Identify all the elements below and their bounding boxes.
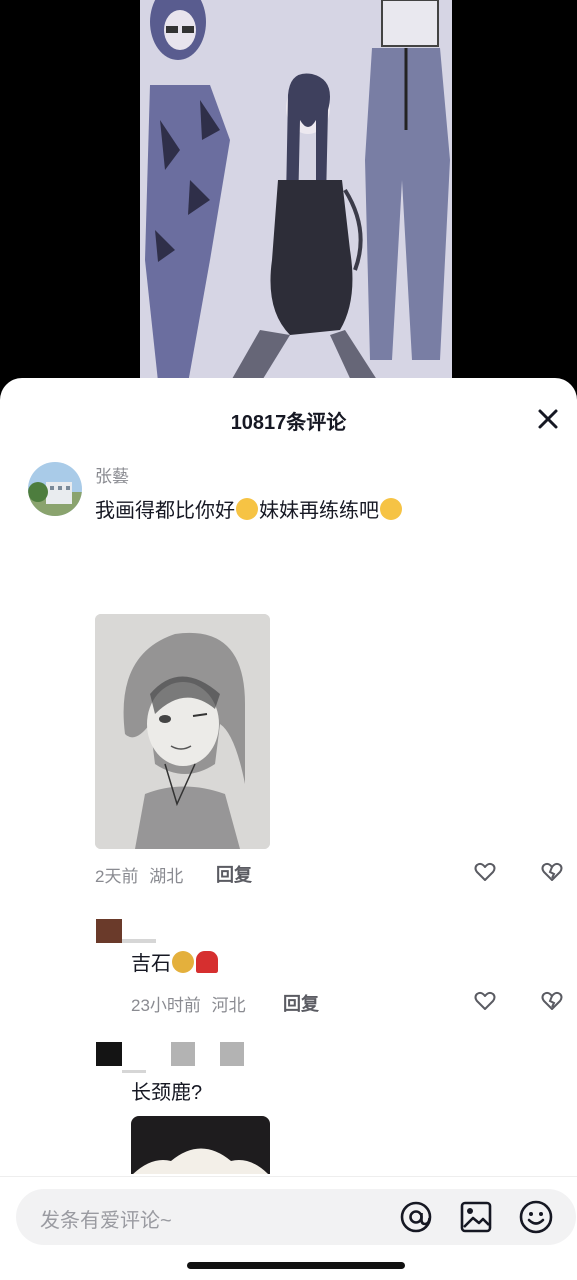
comment-text-part: 妹妹再练练吧 [259, 500, 379, 522]
comment-count-title: 10817条评论 [230, 412, 347, 434]
reply-text-part: 吉石 [131, 953, 171, 975]
comment-sheet-header: 10817条评论 [0, 378, 577, 462]
heart-icon[interactable] [473, 860, 497, 884]
comment-input-placeholder: 发条有爱评论~ [40, 1210, 172, 1232]
comment-input-bar: 发条有爱评论~ [0, 1176, 577, 1256]
reply-location: 河北 [211, 996, 246, 1015]
comment-time: 2天前 [95, 867, 139, 886]
dislike-heart-icon[interactable] [540, 860, 564, 884]
reply-time: 23小时前 [131, 996, 201, 1015]
helmet-face-emoji-icon [172, 951, 194, 973]
comment-image-sketch[interactable] [95, 614, 270, 849]
reply-meta: 23小时前 河北 [131, 991, 246, 1016]
video-frame-drawing [140, 0, 452, 400]
reply-text: 长颈鹿? [131, 1082, 203, 1104]
comment-input[interactable]: 发条有爱评论~ [16, 1189, 576, 1245]
avatar-image [28, 462, 82, 516]
avatar[interactable] [28, 462, 82, 516]
comment-list[interactable]: 张藝 我画得都比你好 妹妹再练练吧 2天前 湖北 回复 吉石 23小时前 河北 … [0, 462, 577, 1174]
cartoon-face-image [131, 1116, 270, 1174]
comment-username[interactable]: 张藝 [95, 462, 129, 487]
comment-image-cartoon[interactable] [131, 1116, 270, 1174]
reply-text: 吉石 [131, 947, 219, 976]
close-icon[interactable] [535, 406, 561, 432]
comment-text-part: 我画得都比你好 [95, 500, 235, 522]
emoji-icon[interactable] [518, 1199, 554, 1235]
comment-location: 湖北 [149, 867, 184, 886]
reply-avatar-blurred[interactable] [96, 919, 156, 949]
kissing-face-emoji-icon [236, 498, 258, 520]
star-struck-emoji-icon [380, 498, 402, 520]
mention-icon[interactable] [398, 1199, 434, 1235]
heart-icon[interactable] [473, 989, 497, 1013]
rose-emoji-icon [196, 951, 218, 973]
reply-button[interactable]: 回复 [216, 861, 252, 887]
video-player[interactable] [0, 0, 577, 400]
pencil-portrait-image [95, 614, 270, 849]
image-icon[interactable] [458, 1199, 494, 1235]
comment-text: 我画得都比你好 妹妹再练练吧 [95, 494, 403, 523]
comment-meta: 2天前 湖北 [95, 862, 183, 887]
fashion-sketch-image [140, 0, 452, 400]
dislike-heart-icon[interactable] [540, 989, 564, 1013]
home-indicator[interactable] [187, 1262, 405, 1269]
reply-button[interactable]: 回复 [283, 990, 319, 1016]
comment-sheet: 10817条评论 张藝 我画得都比你好 妹妹再练练吧 2天前 湖北 回复 吉石 … [0, 378, 577, 1280]
